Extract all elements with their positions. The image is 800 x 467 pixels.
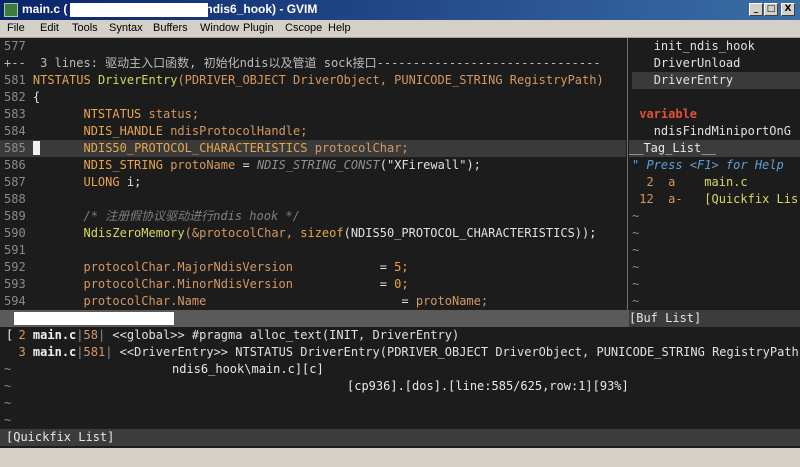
menu-edit[interactable]: Edit [40,22,59,34]
menu-syntax[interactable]: Syntax [109,22,143,34]
menu-window[interactable]: Window [200,22,239,34]
code-line[interactable]: 582 { [4,89,40,106]
title-bar: main.c (ndis6_hook) - GVIM _ □ X [0,0,800,20]
code-line[interactable]: 594 protocolChar.Name = protoName; [4,293,488,310]
empty-line-marker: ~ [4,362,12,376]
command-line-area[interactable] [0,448,800,467]
code-line[interactable]: 593 protocolChar.MinorNdisVersion = 0; [4,276,409,293]
empty-line-marker: ~ [4,379,12,393]
code-line[interactable]: 581 NTSTATUS DriverEntry(PDRIVER_OBJECT … [4,72,604,89]
taglist-section-variable[interactable]: variable [632,106,697,123]
buflist-row[interactable]: 2 a main.c [632,174,747,191]
taglist-item-selected[interactable]: DriverEntry [632,72,800,89]
taglist-item[interactable]: DriverUnload [632,55,741,72]
buflist-row[interactable]: 12 a- [Quickfix Lis [632,191,798,208]
taglist-item[interactable]: init_ndis_hook [632,38,755,55]
code-line[interactable]: 586 NDIS_STRING protoName = NDIS_STRING_… [4,157,481,174]
menu-buffers[interactable]: Buffers [153,22,188,34]
code-line[interactable]: 577 [4,38,26,55]
buflist-help-hint: " Press <F1> for Help [632,158,784,172]
menu-file[interactable]: File [7,22,25,34]
empty-line-marker: ~ [632,226,640,240]
code-line[interactable]: 589 /* 注册假协议驱动进行ndis hook */ [4,208,300,225]
menu-tools[interactable]: Tools [72,22,98,34]
quickfix-entry[interactable]: 2 main.c|58| <<global>> #pragma alloc_te… [4,327,459,344]
gvim-app-icon[interactable] [4,3,18,17]
maximize-button[interactable]: □ [764,3,778,16]
buflist-status-line: [Buf List] [629,310,800,327]
text-cursor [32,141,41,155]
quickfix-status-line: [Quickfix List] [0,429,800,446]
code-line[interactable]: 592 protocolChar.MajorNdisVersion = 5; [4,259,409,276]
quickfix-entry[interactable]: 3 main.c|581| <<DriverEntry>> NTSTATUS D… [4,344,800,361]
editor-area[interactable]: 577 +-- 3 lines: 驱动主入口函数, 初始化ndis以及管道 so… [0,38,800,448]
minimize-button[interactable]: _ [749,3,763,16]
redacted-title-segment [70,3,208,17]
empty-line-marker: ~ [632,209,640,223]
empty-line-marker: ~ [632,260,640,274]
main-status-line[interactable]: [ ndis6_hook\main.c][c] [cp936].[dos].[l… [0,310,629,393]
menu-cscope[interactable]: Cscope [285,22,322,34]
redacted-path-segment [14,312,174,325]
empty-line-marker: ~ [632,294,640,308]
current-code-line[interactable]: 585 NDIS50_PROTOCOL_CHARACTERISTICS prot… [0,140,626,157]
taglist-item[interactable]: ndisFindMiniportOnG [632,123,791,140]
menu-plugin[interactable]: Plugin [243,22,274,34]
empty-line-marker: ~ [632,277,640,291]
code-line[interactable]: 590 NdisZeroMemory(&protocolChar, sizeof… [4,225,596,242]
code-line[interactable]: 587 ULONG i; [4,174,141,191]
empty-line-marker: ~ [4,396,12,410]
window-separator[interactable] [627,38,628,310]
code-line[interactable]: 588 [4,191,26,208]
taglist-status-line: __Tag_List__ [629,140,800,157]
code-line[interactable]: 591 [4,242,26,259]
code-line[interactable]: 584 NDIS_HANDLE ndisProtocolHandle; [4,123,307,140]
fold-line[interactable]: +-- 3 lines: 驱动主入口函数, 初始化ndis以及管道 sock接口… [4,55,601,72]
close-button[interactable]: X [781,3,795,16]
code-line[interactable]: 583 NTSTATUS status; [4,106,199,123]
menu-help[interactable]: Help [328,22,351,34]
menu-bar: File Edit Tools Syntax Buffers Window Pl… [0,20,800,38]
empty-line-marker: ~ [632,243,640,257]
empty-line-marker: ~ [4,413,12,427]
